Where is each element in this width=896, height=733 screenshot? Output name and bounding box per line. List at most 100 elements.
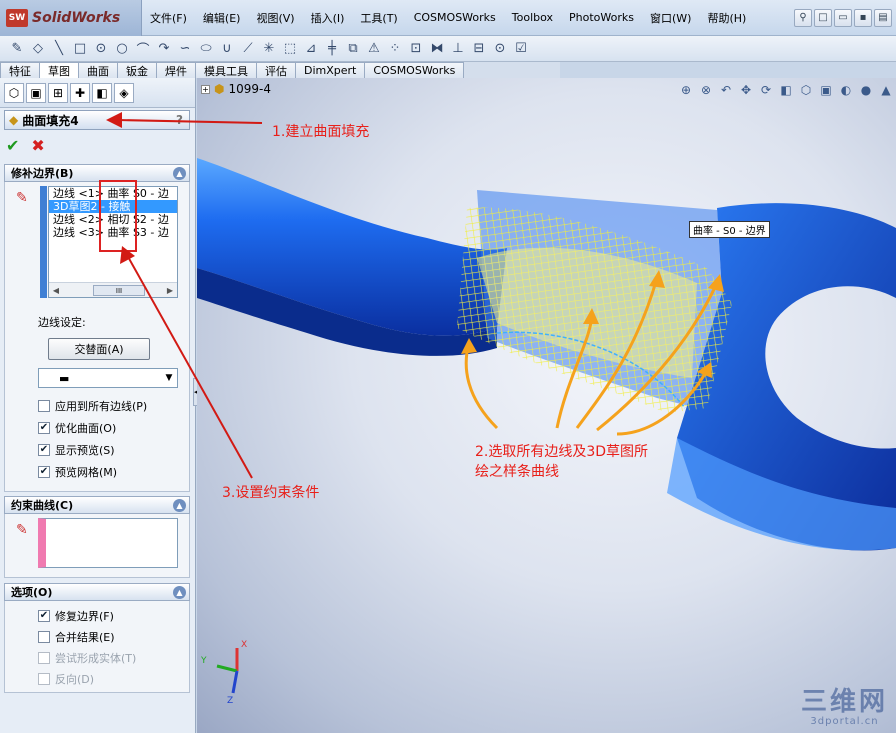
cancel-button[interactable]: ✖ <box>31 136 44 155</box>
tab-dimxpert[interactable]: DimXpert <box>295 62 366 78</box>
expand-icon[interactable]: + <box>201 84 210 94</box>
menu-file[interactable]: 文件(F) <box>142 10 195 26</box>
configuration-manager-icon[interactable]: ⊞ <box>48 82 68 103</box>
constraint-curves-header[interactable]: 约束曲线(C) ▲ <box>4 496 190 514</box>
optimize-surface-checkbox[interactable]: ✔ 优化曲面(O) <box>38 420 116 436</box>
patch-boundary-header[interactable]: 修补边界(B) ▲ <box>4 164 190 182</box>
show-preview-checkbox[interactable]: ✔ 显示预览(S) <box>38 442 115 458</box>
exit-sketch-icon[interactable]: ☑ <box>512 40 530 58</box>
view-orientation-icon[interactable]: ⬡ <box>798 82 814 98</box>
property-manager-icon[interactable]: ▣ <box>26 82 46 103</box>
property-manager-panel: ⬡ ▣ ⊞ ✚ ◧ ◈ ◆ 曲面填充4 ? ✔ ✖ 修补边界(B) ▲ ✎ 边线… <box>0 78 199 733</box>
smart-dimension-icon[interactable]: ◇ <box>29 40 47 58</box>
triad-y-label: Y <box>201 656 207 666</box>
alternate-face-button[interactable]: 交替面(A) <box>48 338 150 360</box>
line-icon[interactable]: ╲ <box>50 40 68 58</box>
zoom-area-icon[interactable]: ⊗ <box>698 82 714 98</box>
chamfer-icon[interactable]: ⟋ <box>239 40 257 58</box>
tangent-arc-icon[interactable]: ↷ <box>155 40 173 58</box>
curvature-control-select[interactable]: ▬ ▼ <box>38 368 178 388</box>
tab-mold-tools[interactable]: 模具工具 <box>195 62 257 78</box>
menu-window[interactable]: 窗口(W) <box>642 10 699 26</box>
sketch-icon[interactable]: ✎ <box>8 40 26 58</box>
appearance-icon[interactable]: ◈ <box>114 82 134 103</box>
menu-view[interactable]: 视图(V) <box>248 10 302 26</box>
construction-geometry-icon[interactable]: ⬚ <box>281 40 299 58</box>
repair-sketch-icon[interactable]: ⧓ <box>428 40 446 58</box>
ellipse-icon[interactable]: ⬭ <box>197 40 215 58</box>
solidworks-window: SW SolidWorks 文件(F) 编辑(E) 视图(V) 插入(I) 工具… <box>0 0 896 733</box>
new-document-icon[interactable]: □ <box>814 8 832 27</box>
warning-icon[interactable]: ⚠ <box>365 40 383 58</box>
section-view-icon[interactable]: ◧ <box>778 82 794 98</box>
tab-features[interactable]: 特征 <box>0 62 40 78</box>
dimxpert-manager-icon[interactable]: ✚ <box>70 82 90 103</box>
rectangle-icon[interactable]: □ <box>71 40 89 58</box>
hide-show-items-icon[interactable]: ◐ <box>838 82 854 98</box>
mirror-icon[interactable]: ⊿ <box>302 40 320 58</box>
menu-edit[interactable]: 编辑(E) <box>195 10 249 26</box>
options-header[interactable]: 选项(O) ▲ <box>4 583 190 601</box>
zoom-to-fit-icon[interactable]: ⊕ <box>678 82 694 98</box>
print-icon[interactable]: ▤ <box>874 8 892 27</box>
display-manager-icon[interactable]: ◧ <box>92 82 112 103</box>
watermark-title: 三维网 <box>800 687 888 717</box>
edit-appearance-icon[interactable]: ● <box>858 82 874 98</box>
offset-icon[interactable]: ⧉ <box>344 40 362 58</box>
try-form-solid-checkbox[interactable]: 尝试形成实体(T) <box>38 650 136 666</box>
reverse-checkbox[interactable]: 反向(D) <box>38 671 94 687</box>
menu-help[interactable]: 帮助(H) <box>699 10 754 26</box>
scroll-left-icon[interactable]: ◀ <box>49 286 63 295</box>
menu-insert[interactable]: 插入(I) <box>303 10 353 26</box>
constraint-curve-list[interactable] <box>38 518 178 568</box>
fillet-icon[interactable]: ∪ <box>218 40 236 58</box>
menu-tools[interactable]: 工具(T) <box>352 10 405 26</box>
tab-surfaces[interactable]: 曲面 <box>78 62 118 78</box>
horizontal-scrollbar[interactable]: ◀ III ▶ <box>49 282 177 297</box>
scroll-thumb[interactable]: III <box>93 284 145 296</box>
apply-all-edges-checkbox[interactable]: 应用到所有边线(P) <box>38 398 147 414</box>
feature-tree-root[interactable]: + ⬢ 1099-4 <box>201 82 271 96</box>
move-entities-icon[interactable]: ⊡ <box>407 40 425 58</box>
display-style-icon[interactable]: ▣ <box>818 82 834 98</box>
menu-cosmosworks[interactable]: COSMOSWorks <box>406 11 504 24</box>
tab-evaluate[interactable]: 评估 <box>256 62 296 78</box>
collapse-icon[interactable]: ▲ <box>173 498 186 512</box>
collapse-icon[interactable]: ▲ <box>173 166 186 180</box>
snap-icon[interactable]: ⊙ <box>491 40 509 58</box>
ok-button[interactable]: ✔ <box>6 136 19 155</box>
help-icon[interactable]: ? <box>176 113 183 127</box>
preview-mesh-checkbox[interactable]: ✔ 预览网格(M) <box>38 464 117 480</box>
circle-icon[interactable]: ○ <box>113 40 131 58</box>
pattern-icon[interactable]: ⁘ <box>386 40 404 58</box>
slot-icon[interactable]: ⊙ <box>92 40 110 58</box>
trim-icon[interactable]: ╪ <box>323 40 341 58</box>
fix-boundary-checkbox[interactable]: ✔ 修复边界(F) <box>38 608 114 624</box>
tab-sheet-metal[interactable]: 钣金 <box>117 62 157 78</box>
scroll-right-icon[interactable]: ▶ <box>163 286 177 295</box>
display-relations-icon[interactable]: ⊥ <box>449 40 467 58</box>
tab-cosmosworks[interactable]: COSMOSWorks <box>364 62 465 78</box>
merge-result-checkbox[interactable]: 合并结果(E) <box>38 629 115 645</box>
rapid-sketch-icon[interactable]: ⊟ <box>470 40 488 58</box>
rotate-icon[interactable]: ⟳ <box>758 82 774 98</box>
app-brand-name: SolidWorks <box>32 9 121 26</box>
menu-toolbox[interactable]: Toolbox <box>504 11 561 24</box>
collapse-icon[interactable]: ▲ <box>173 585 186 599</box>
open-icon[interactable]: ▭ <box>834 8 852 27</box>
apply-scene-icon[interactable]: ▲ <box>878 82 894 98</box>
pan-icon[interactable]: ✥ <box>738 82 754 98</box>
menu-photoworks[interactable]: PhotoWorks <box>561 11 642 24</box>
arc-icon[interactable]: ⌒ <box>134 40 152 58</box>
pin-icon[interactable]: ⚲ <box>794 8 812 27</box>
save-icon[interactable]: ▪ <box>854 8 872 27</box>
previous-view-icon[interactable]: ↶ <box>718 82 734 98</box>
point-icon[interactable]: ✳ <box>260 40 278 58</box>
graphics-area[interactable]: + ⬢ 1099-4 ⊕ ⊗ ↶ ✥ ⟳ ◧ ⬡ ▣ ◐ ● ▲ 曲率 - S0… <box>197 78 896 733</box>
feature-manager-icon[interactable]: ⬡ <box>4 82 24 103</box>
app-logo-badge: SW <box>6 8 28 27</box>
tab-weldments[interactable]: 焊件 <box>156 62 196 78</box>
chevron-down-icon[interactable]: ▼ <box>161 373 177 383</box>
spline-icon[interactable]: ∽ <box>176 40 194 58</box>
tab-sketch[interactable]: 草图 <box>39 62 79 78</box>
